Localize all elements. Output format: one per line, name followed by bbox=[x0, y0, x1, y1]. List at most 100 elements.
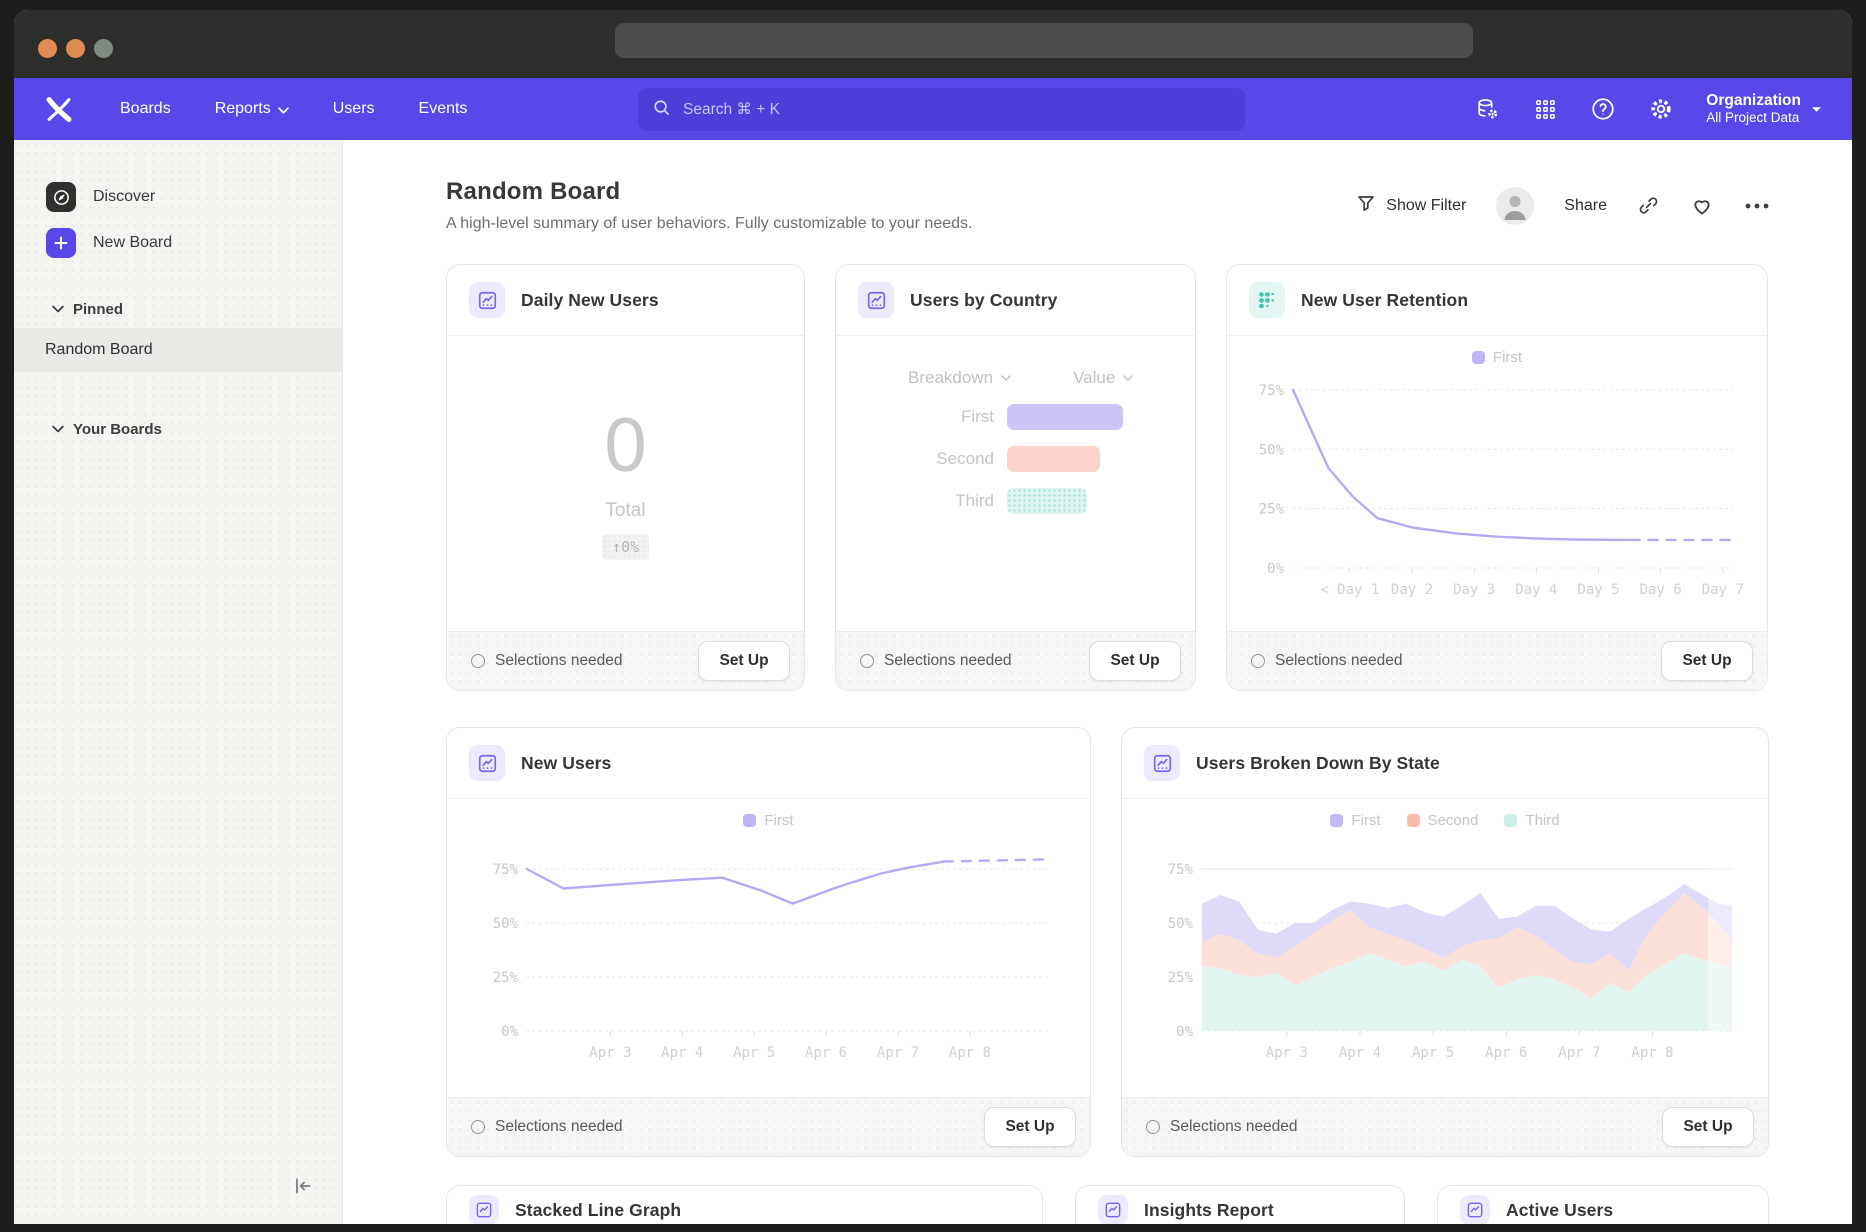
setup-button[interactable]: Set Up bbox=[1089, 641, 1181, 681]
window-close-button[interactable] bbox=[38, 39, 57, 58]
nav-item-boards[interactable]: Boards bbox=[120, 100, 171, 118]
more-options-icon[interactable] bbox=[1744, 201, 1770, 211]
setup-button[interactable]: Set Up bbox=[1662, 1107, 1754, 1147]
show-filter-label: Show Filter bbox=[1386, 197, 1466, 215]
country-columns: Breakdown Value bbox=[836, 368, 1195, 388]
url-bar[interactable] bbox=[615, 23, 1473, 58]
status-circle-icon bbox=[471, 654, 485, 668]
apps-grid-icon[interactable] bbox=[1532, 96, 1558, 122]
nav-item-label: Users bbox=[333, 100, 375, 118]
svg-text:Apr 4: Apr 4 bbox=[661, 1045, 703, 1061]
card-insights-report: Insights Report bbox=[1075, 1185, 1405, 1224]
country-row: First bbox=[836, 404, 1195, 430]
org-switcher[interactable]: Organization All Project Data bbox=[1706, 91, 1822, 127]
app-body: Discover New Board Pinned Random Board bbox=[14, 140, 1852, 1224]
share-label: Share bbox=[1564, 197, 1607, 215]
setup-button[interactable]: Set Up bbox=[1661, 641, 1753, 681]
sidebar-collapse-button[interactable] bbox=[292, 1177, 314, 1200]
window-zoom-button[interactable] bbox=[94, 39, 113, 58]
svg-text:50%: 50% bbox=[1168, 916, 1194, 932]
app-window: Boards Reports Users Events bbox=[14, 10, 1852, 1224]
help-icon[interactable] bbox=[1590, 96, 1616, 122]
svg-text:75%: 75% bbox=[493, 862, 519, 878]
chevron-down-icon bbox=[278, 107, 289, 114]
nav-item-reports[interactable]: Reports bbox=[215, 100, 289, 118]
share-button[interactable]: Share bbox=[1564, 197, 1607, 215]
line-chart-icon bbox=[858, 282, 894, 318]
status-label: Selections needed bbox=[495, 1118, 623, 1136]
section-label: Pinned bbox=[73, 301, 123, 318]
bar-second bbox=[1007, 446, 1100, 472]
search-input[interactable] bbox=[681, 100, 1231, 120]
sidebar-section-pinned[interactable]: Pinned bbox=[14, 292, 342, 326]
state-chart-body: First Second Third 75%50%25%0%Apr 3Apr 4… bbox=[1122, 798, 1768, 1097]
sidebar-item-discover[interactable]: Discover bbox=[14, 174, 342, 220]
country-row: Second bbox=[836, 446, 1195, 472]
retention-line-chart: 75%50%25%0%< Day 1Day 2Day 3Day 4Day 5Da… bbox=[1245, 366, 1749, 618]
country-row: Third bbox=[836, 488, 1195, 514]
data-management-icon[interactable] bbox=[1474, 96, 1500, 122]
status-circle-icon bbox=[1251, 654, 1265, 668]
favorite-heart-icon[interactable] bbox=[1690, 194, 1714, 218]
page-title: Random Board bbox=[446, 178, 972, 206]
card-new-users: New Users First 75%50%25%0%Apr 3Apr 4Apr… bbox=[446, 727, 1091, 1157]
svg-text:Apr 5: Apr 5 bbox=[733, 1045, 775, 1061]
setup-button[interactable]: Set Up bbox=[984, 1107, 1076, 1147]
copy-link-icon[interactable] bbox=[1637, 194, 1660, 217]
setup-button[interactable]: Set Up bbox=[698, 641, 790, 681]
card-active-users: Active Users bbox=[1437, 1185, 1769, 1224]
status: Selections needed bbox=[1146, 1118, 1298, 1136]
line-chart-icon bbox=[469, 745, 505, 781]
sidebar-section-your-boards[interactable]: Your Boards bbox=[14, 412, 342, 446]
nav-item-users[interactable]: Users bbox=[333, 100, 375, 118]
line-chart-icon bbox=[1144, 745, 1180, 781]
svg-text:Day 2: Day 2 bbox=[1391, 582, 1433, 598]
chevron-down-icon bbox=[52, 420, 64, 438]
global-search[interactable] bbox=[638, 88, 1245, 131]
card-new-user-retention: New User Retention First 75%50%25%0%< Da… bbox=[1226, 264, 1768, 691]
svg-text:25%: 25% bbox=[1259, 502, 1285, 518]
svg-text:Apr 3: Apr 3 bbox=[589, 1045, 631, 1061]
sidebar-item-new-board[interactable]: New Board bbox=[14, 220, 342, 266]
navbar-right-controls: Organization All Project Data bbox=[1474, 78, 1822, 140]
legend-swatch bbox=[1407, 814, 1420, 827]
card-footer: Selections needed Set Up bbox=[447, 1097, 1090, 1156]
svg-text:Apr 7: Apr 7 bbox=[1558, 1045, 1600, 1061]
chart-legend: First bbox=[1227, 349, 1767, 366]
search-icon bbox=[652, 98, 671, 122]
status: Selections needed bbox=[860, 652, 1012, 670]
legend-entry: First bbox=[743, 812, 793, 829]
card-daily-new-users: Daily New Users 0 Total ↑0% Selections n… bbox=[446, 264, 805, 691]
legend-label: Second bbox=[1428, 812, 1479, 829]
card-footer: Selections needed Set Up bbox=[1122, 1097, 1768, 1156]
mixpanel-logo-icon[interactable] bbox=[44, 96, 74, 123]
svg-text:Day 5: Day 5 bbox=[1577, 582, 1619, 598]
svg-text:Day 7: Day 7 bbox=[1702, 582, 1744, 598]
nav-item-events[interactable]: Events bbox=[419, 100, 468, 118]
nav-item-label: Reports bbox=[215, 100, 271, 118]
card-header: New User Retention bbox=[1227, 265, 1767, 335]
breakdown-dropdown[interactable]: Breakdown bbox=[908, 368, 1011, 388]
screen: Boards Reports Users Events bbox=[0, 0, 1866, 1232]
window-minimize-button[interactable] bbox=[66, 39, 85, 58]
new-users-chart-body: First 75%50%25%0%Apr 3Apr 4Apr 5Apr 6Apr… bbox=[447, 798, 1090, 1097]
sidebar-item-label: Discover bbox=[93, 188, 155, 206]
card-header: Stacked Line Graph bbox=[447, 1186, 1042, 1224]
row-label: Second bbox=[836, 449, 994, 469]
card-footer: Selections needed Set Up bbox=[836, 631, 1195, 690]
settings-gear-icon[interactable] bbox=[1648, 96, 1674, 122]
svg-text:Apr 3: Apr 3 bbox=[1266, 1045, 1308, 1061]
show-filter-button[interactable]: Show Filter bbox=[1356, 193, 1466, 218]
avatar[interactable] bbox=[1496, 187, 1534, 225]
chevron-down-icon bbox=[1001, 375, 1011, 381]
card-title: Insights Report bbox=[1144, 1200, 1274, 1221]
sidebar-item-random-board[interactable]: Random Board bbox=[14, 328, 342, 372]
value-dropdown[interactable]: Value bbox=[1073, 368, 1133, 388]
svg-text:Apr 8: Apr 8 bbox=[949, 1045, 991, 1061]
state-area-chart: 75%50%25%0%Apr 3Apr 4Apr 5Apr 6Apr 7Apr … bbox=[1142, 829, 1748, 1085]
line-chart-icon bbox=[1098, 1195, 1128, 1224]
svg-text:75%: 75% bbox=[1168, 862, 1194, 878]
org-labels: Organization All Project Data bbox=[1706, 91, 1801, 127]
svg-text:0%: 0% bbox=[1267, 561, 1284, 577]
cards-row-3: Stacked Line Graph Insights Report bbox=[446, 1185, 1770, 1224]
